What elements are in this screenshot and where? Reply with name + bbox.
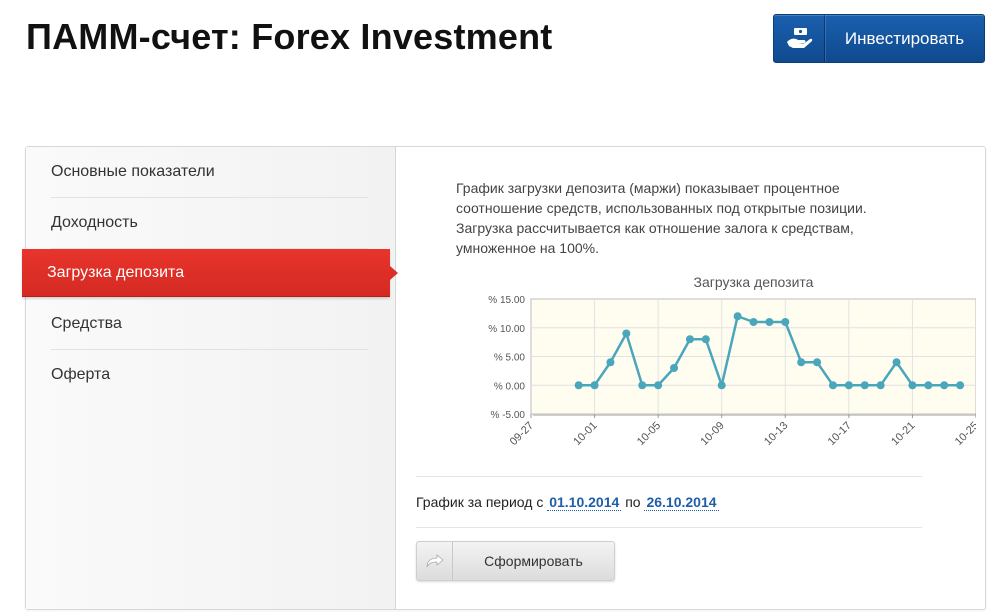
x-tick-label: 10-09 <box>698 420 726 448</box>
description-line: соотношение средств, использованных под … <box>456 200 867 216</box>
sidebar-item-main-indicators[interactable]: Основные показатели <box>51 147 368 198</box>
data-point <box>797 358 806 367</box>
data-point <box>956 381 965 390</box>
page-title: ПАММ-счет: Forex Investment <box>26 16 553 57</box>
chart-svg: Загрузка депозита 09-27 10-01 10-05 10-09 10-… <box>488 274 981 448</box>
sidebar: Основные показатели Доходность Загрузка … <box>22 147 398 609</box>
data-point <box>765 318 774 326</box>
sidebar-item-deposit-load[interactable]: Загрузка депозита <box>22 249 398 297</box>
x-tick-label: 09-27 <box>508 420 536 448</box>
invest-button-label: Инвестировать <box>844 28 965 48</box>
data-point <box>590 381 599 390</box>
data-point <box>781 318 790 326</box>
deposit-load-chart: Загрузка депозита 09-27 10-01 10-05 10-09 10-… <box>456 271 981 466</box>
x-tick-label: 10-05 <box>635 420 663 448</box>
description-line: График загрузки депозита (маржи) показыв… <box>456 180 840 196</box>
divider <box>416 476 922 477</box>
main-content: График загрузки депозита (маржи) показыв… <box>396 147 985 609</box>
data-point <box>670 364 679 372</box>
y-tick-label: % 15.00 <box>488 295 525 306</box>
data-point <box>574 381 583 390</box>
generate-button-label: Сформировать <box>484 553 583 569</box>
x-tick-label: 10-17 <box>826 420 854 448</box>
data-point <box>844 381 853 390</box>
sidebar-item-offer[interactable]: Оферта <box>51 350 368 400</box>
data-point <box>606 358 615 367</box>
divider <box>416 527 922 528</box>
data-point <box>749 318 758 326</box>
data-point <box>828 381 837 390</box>
data-point <box>654 381 663 390</box>
data-point <box>860 381 869 390</box>
description-line: умноженное на 100%. <box>456 240 600 256</box>
data-point <box>717 381 726 390</box>
data-point <box>940 381 949 390</box>
data-point <box>638 381 647 390</box>
data-point <box>685 335 694 344</box>
invest-button[interactable]: Инвестировать <box>773 14 985 63</box>
x-tick-label: 10-21 <box>889 420 917 448</box>
sidebar-item-funds[interactable]: Средства <box>51 299 368 350</box>
y-tick-label: % 5.00 <box>494 353 526 364</box>
period-mid: по <box>625 494 641 510</box>
x-tick-label: 10-13 <box>762 420 790 448</box>
period-selector: График за период с 01.10.2014 по 26.10.2… <box>416 494 719 511</box>
data-point <box>813 358 822 367</box>
x-tick-label: 10-01 <box>571 420 599 448</box>
y-tick-label: % -5.00 <box>491 410 526 421</box>
data-point <box>733 312 742 321</box>
x-tick-label: 10-25 <box>953 420 976 448</box>
data-point <box>908 381 917 390</box>
description-line: Загрузка рассчитывается как отношение за… <box>456 220 854 236</box>
data-point <box>876 381 885 390</box>
data-point <box>892 358 901 367</box>
data-point <box>924 381 933 390</box>
hand-money-icon <box>774 15 825 62</box>
generate-button[interactable]: Сформировать <box>416 541 615 581</box>
y-tick-label: % 0.00 <box>494 381 526 392</box>
data-point <box>701 335 710 344</box>
chart-description: График загрузки депозита (маржи) показыв… <box>456 178 886 258</box>
chart-title: Загрузка депозита <box>694 274 814 290</box>
share-arrow-icon <box>417 542 453 580</box>
sidebar-item-profitability[interactable]: Доходность <box>51 198 368 249</box>
content-panel: Основные показатели Доходность Загрузка … <box>22 146 986 610</box>
period-to-date[interactable]: 26.10.2014 <box>644 494 719 511</box>
y-tick-label: % 10.00 <box>488 324 525 335</box>
data-point <box>622 329 631 338</box>
period-prefix: График за период с <box>416 494 544 510</box>
period-from-date[interactable]: 01.10.2014 <box>547 494 622 511</box>
